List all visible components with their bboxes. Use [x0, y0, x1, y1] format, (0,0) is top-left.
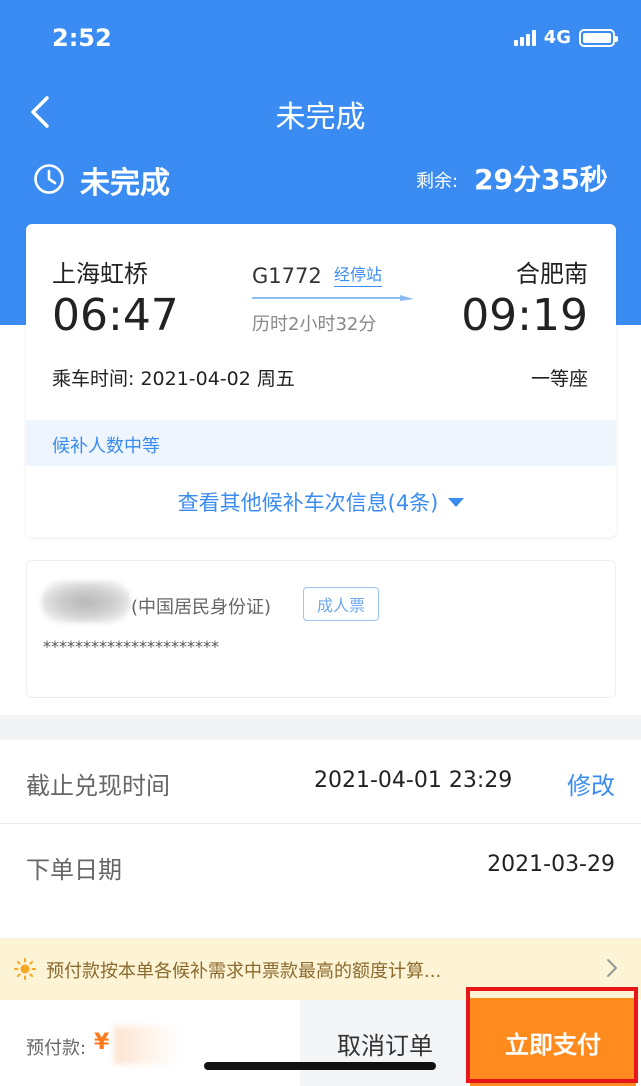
page-title: 未完成 — [275, 100, 366, 135]
prepay-currency: ¥ — [94, 1030, 110, 1055]
arrival-time: 09:19 — [461, 290, 588, 341]
signal-icon — [513, 29, 536, 46]
other-trains-label: 查看其他候补车次信息(4条) — [177, 490, 439, 515]
order-date-value: 2021-03-29 — [487, 852, 615, 877]
ticket-type-badge: 成人票 — [303, 587, 379, 621]
cancel-order-button[interactable]: 取消订单 — [300, 1000, 470, 1086]
waitlist-level: 候补人数中等 — [52, 436, 160, 457]
home-indicator — [204, 1062, 436, 1070]
id-type: (中国居民身份证) — [131, 597, 272, 618]
clock-icon — [34, 164, 64, 194]
deadline-row: 截止兑现时间 2021-04-01 23:29 修改 — [0, 740, 641, 824]
departure-time: 06:47 — [52, 290, 179, 341]
train-number: G1772 — [252, 264, 322, 288]
stops-link[interactable]: 经停站 — [334, 264, 383, 287]
remain-label: 剩余: — [416, 171, 459, 192]
order-info: 截止兑现时间 2021-04-01 23:29 修改 下单日期 2021-03-… — [0, 740, 641, 940]
arrow-line-icon — [252, 295, 414, 301]
status-time: 2:52 — [52, 24, 112, 52]
arrival-station: 合肥南 — [516, 260, 588, 288]
order-status-label: 未完成 — [80, 166, 170, 201]
passenger-card: (中国居民身份证) 成人票 ********************** — [26, 560, 616, 698]
triangle-down-icon — [448, 498, 465, 507]
modify-button[interactable]: 修改 — [567, 766, 615, 801]
notice-text: 预付款按本单各候补需求中票款最高的额度计算... — [46, 961, 442, 982]
seat-type: 一等座 — [530, 368, 588, 390]
train-card: 上海虹桥 06:47 合肥南 09:19 G1772 经停站 历时2小时32分 … — [26, 224, 616, 537]
battery-icon — [579, 28, 618, 47]
pay-now-button[interactable]: 立即支付 — [470, 998, 636, 1086]
chevron-right-icon — [607, 959, 617, 977]
network-type: 4G — [543, 27, 571, 48]
trip-duration: 历时2小时32分 — [252, 314, 377, 335]
ride-date: 乘车时间: 2021-04-02 周五 — [52, 368, 295, 390]
deadline-value: 2021-04-01 23:29 — [314, 768, 513, 793]
departure-station: 上海虹桥 — [52, 260, 148, 288]
deadline-label: 截止兑现时间 — [26, 772, 170, 800]
prepay-label: 预付款: — [26, 1038, 87, 1059]
order-date-label: 下单日期 — [26, 856, 122, 884]
passenger-name-redacted — [41, 581, 131, 623]
bottom-bar: 预付款: ¥ 取消订单 立即支付 — [0, 998, 641, 1086]
waitlist-bar: 候补人数中等 — [26, 420, 616, 466]
remain-countdown: 29分35秒 — [474, 163, 608, 196]
other-trains-button[interactable]: 查看其他候补车次信息(4条) — [26, 466, 616, 537]
bulb-icon — [14, 958, 36, 980]
prepay-amount-redacted — [114, 1026, 180, 1064]
order-date-row: 下单日期 2021-03-29 — [0, 824, 641, 910]
id-number: ********************** — [43, 637, 219, 656]
status-indicators: 4G — [513, 27, 618, 48]
prepay-notice[interactable]: 预付款按本单各候补需求中票款最高的额度计算... — [0, 938, 641, 1000]
